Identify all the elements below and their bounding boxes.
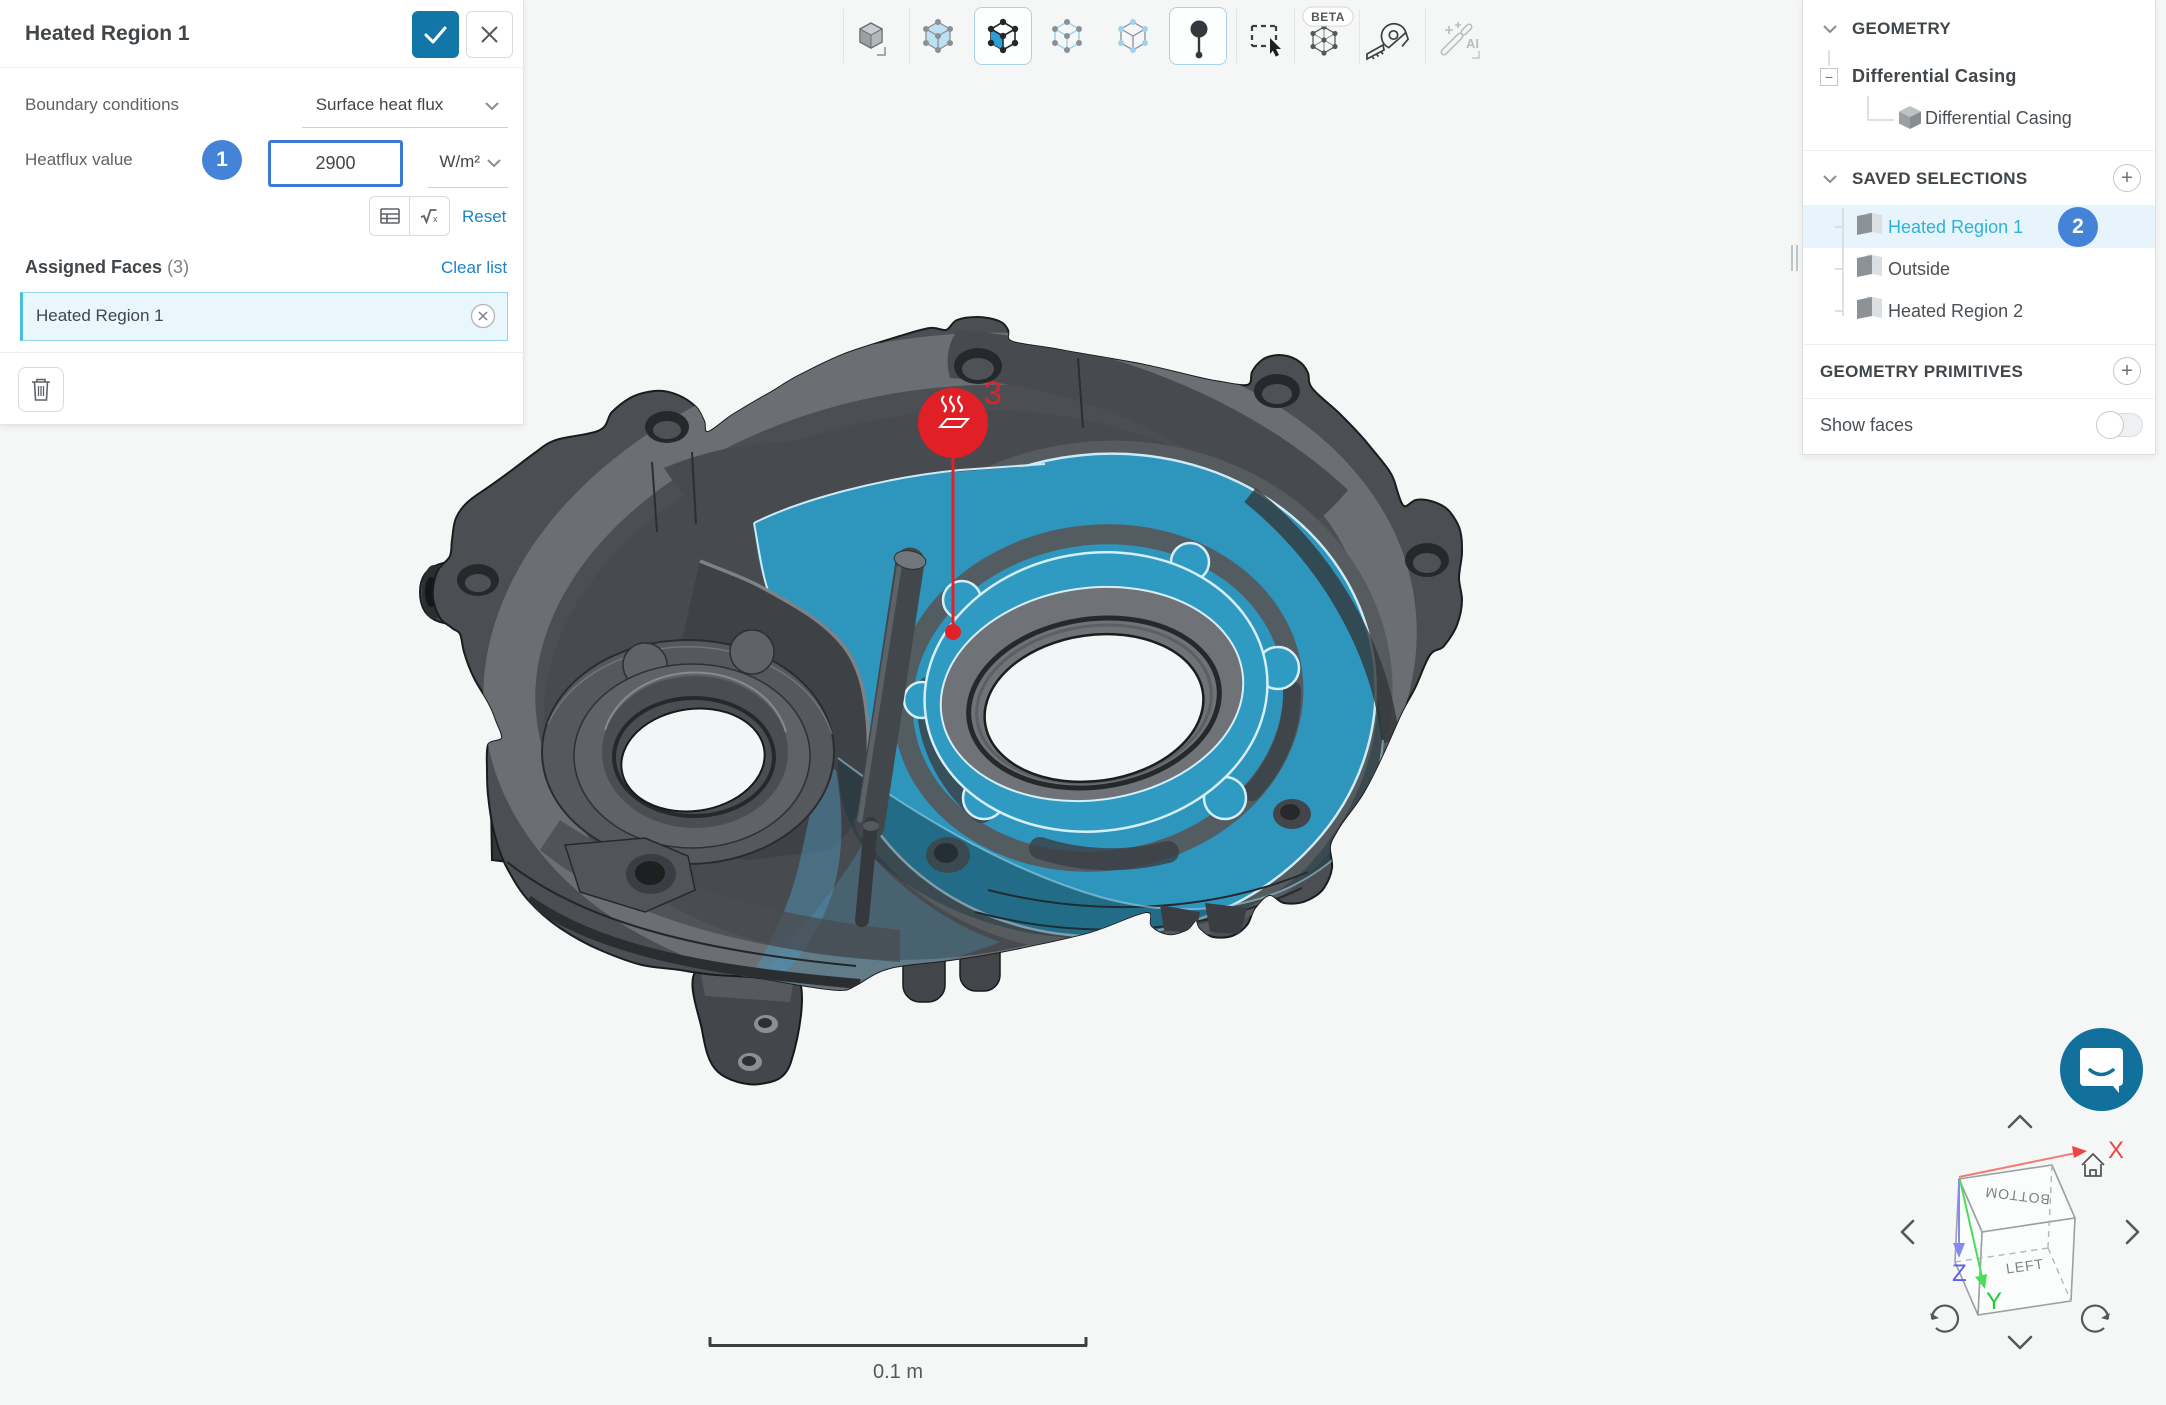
svg-text:0.1 m: 0.1 m <box>873 1361 923 1383</box>
svg-text:Z: Z <box>1952 1260 1967 1287</box>
svg-text:BETA: BETA <box>1311 10 1345 24</box>
svg-text:Y: Y <box>1986 1288 2002 1315</box>
svg-text:x: x <box>433 214 438 224</box>
svg-text:X: X <box>2108 1137 2124 1164</box>
svg-text:3: 3 <box>984 375 1002 411</box>
svg-text:AI: AI <box>1466 36 1479 51</box>
